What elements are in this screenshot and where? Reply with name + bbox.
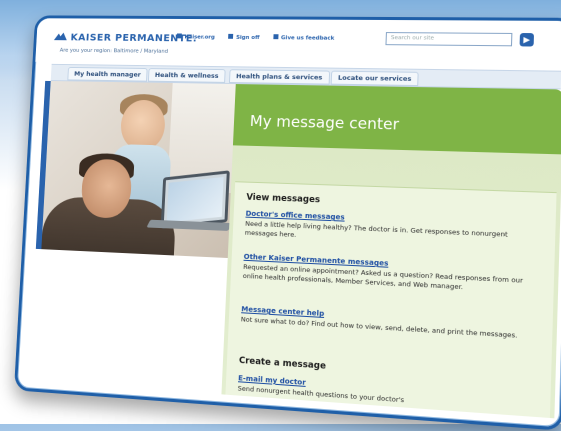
top-link-feedback[interactable]: Give us feedback bbox=[273, 34, 334, 42]
message-list-panel: View messages Doctor's office messages N… bbox=[225, 181, 557, 418]
tab-health-wellness[interactable]: Health & wellness bbox=[147, 68, 226, 83]
view-messages-heading: View messages bbox=[246, 192, 321, 206]
home-icon bbox=[176, 33, 182, 39]
feedback-icon bbox=[273, 34, 279, 40]
logo-icon bbox=[53, 32, 68, 41]
create-message-heading: Create a message bbox=[238, 355, 327, 372]
site-header: KAISER PERMANENTE. Are you your region: … bbox=[35, 18, 561, 69]
tab-health-plans[interactable]: Health plans & services bbox=[228, 69, 330, 85]
tab-locate-services[interactable]: Locate our services bbox=[330, 70, 419, 87]
desc-message-center-help: Not sure what to do? Find out how to vie… bbox=[240, 315, 518, 340]
message-center-panel: My message center View messages Doctor's… bbox=[221, 84, 561, 419]
tilted-browser-frame: KAISER PERMANENTE. Are you your region: … bbox=[13, 15, 561, 431]
top-link-home[interactable]: Kaiser.org bbox=[176, 33, 215, 41]
top-link-signoff[interactable]: Sign off bbox=[228, 33, 260, 41]
desc-doctors-office-messages: Need a little help living healthy? The d… bbox=[244, 219, 508, 239]
top-links: Kaiser.org Sign off Give us feedback bbox=[176, 33, 347, 42]
page-title: My message center bbox=[249, 112, 400, 134]
tab-my-health-manager[interactable]: My health manager bbox=[67, 66, 148, 82]
kaiser-logo[interactable]: KAISER PERMANENTE. bbox=[53, 32, 197, 44]
web-page-screen: KAISER PERMANENTE. Are you your region: … bbox=[13, 15, 561, 431]
search-go-button[interactable]: ▶ bbox=[519, 33, 535, 47]
desc-email-my-doctor: Send nonurgent health questions to your … bbox=[237, 384, 405, 405]
region-link[interactable]: Are you your region: Baltimore / Marylan… bbox=[60, 48, 169, 55]
family-photo bbox=[41, 80, 236, 259]
search-input[interactable]: Search our site bbox=[385, 32, 513, 47]
signoff-icon bbox=[228, 33, 234, 39]
desc-other-kp-messages: Requested an online appointment? Asked u… bbox=[242, 262, 524, 291]
